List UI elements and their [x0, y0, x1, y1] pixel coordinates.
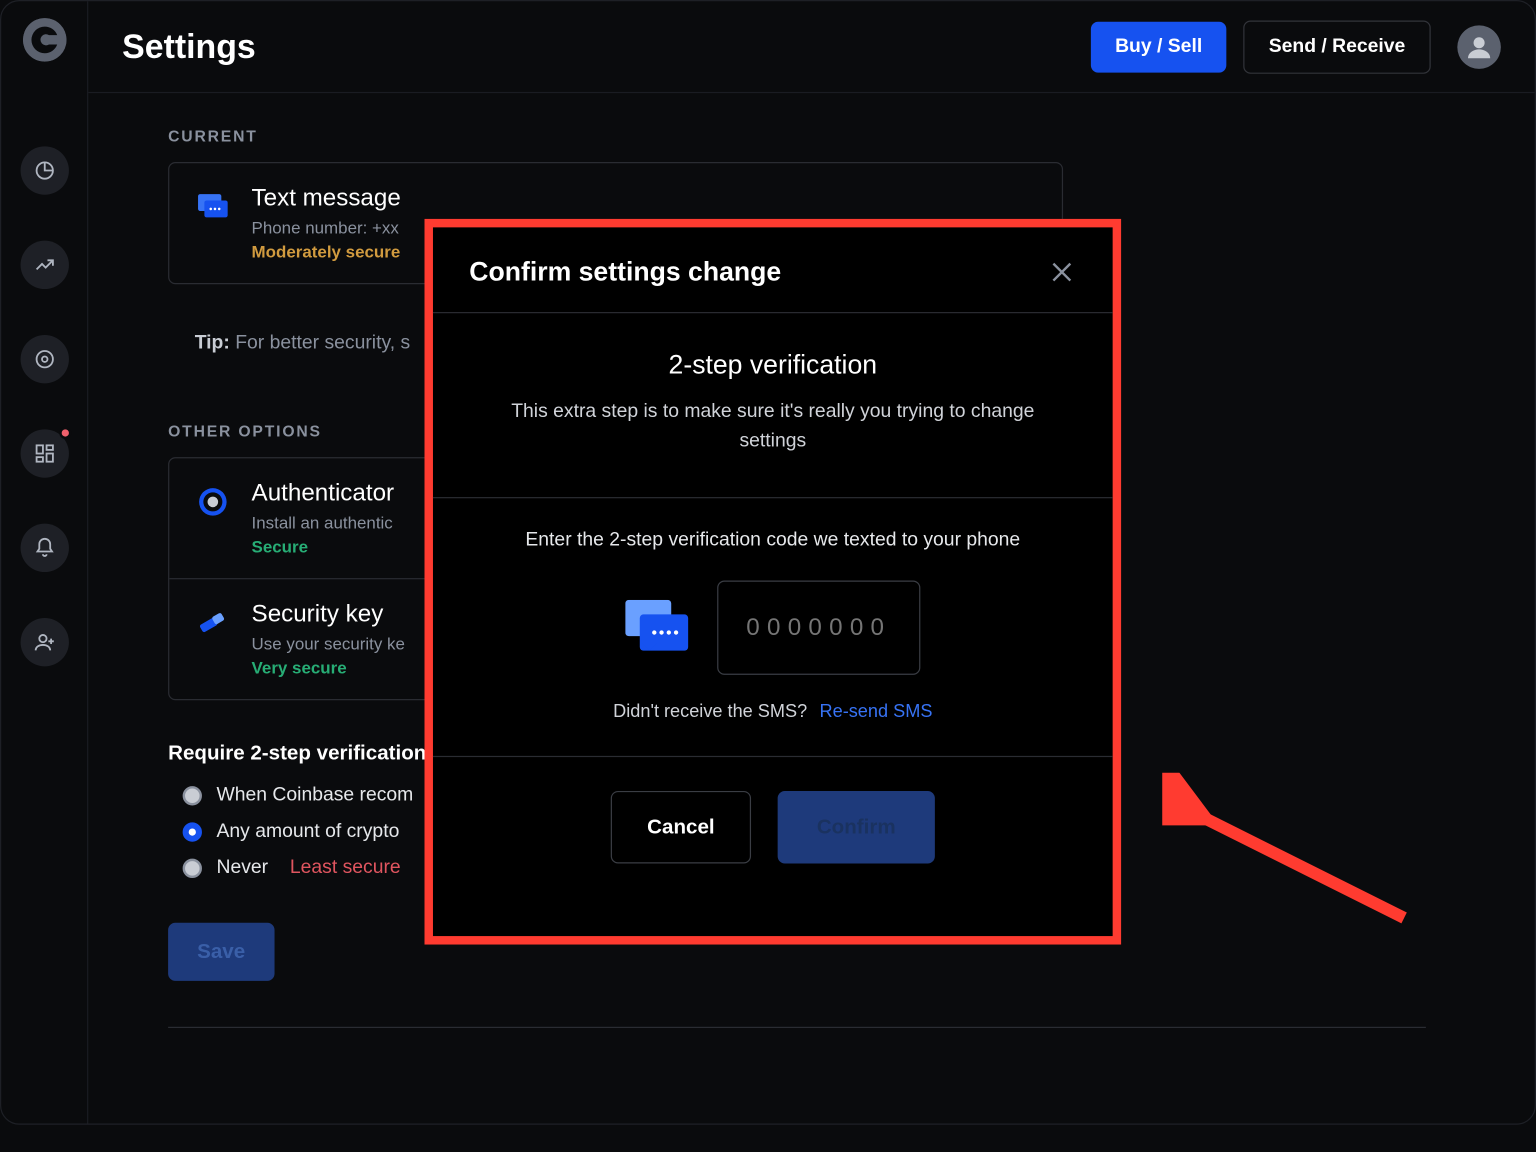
modal-title: Confirm settings change [469, 256, 781, 287]
auth-title: Authenticator [252, 480, 395, 508]
resend-sms-link[interactable]: Re-send SMS [820, 701, 933, 722]
authenticator-icon [196, 485, 230, 519]
nav-invite-icon[interactable] [20, 618, 68, 666]
sms-icon [196, 190, 230, 224]
current-method-sub: Phone number: +xx [252, 218, 401, 237]
security-key-icon [196, 606, 230, 640]
key-title: Security key [252, 601, 405, 629]
current-method-tag: Moderately secure [252, 242, 401, 261]
left-rail [1, 1, 88, 1123]
confirm-settings-modal: Confirm settings change 2-step verificat… [433, 227, 1113, 936]
send-receive-button[interactable]: Send / Receive [1243, 20, 1430, 73]
current-method-title: Text message [252, 185, 401, 213]
notification-dot [59, 427, 71, 439]
modal-intro: This extra step is to make sure it's rea… [493, 398, 1052, 456]
auth-tag: Secure [252, 537, 395, 556]
current-section-label: CURRENT [168, 127, 1455, 145]
modal-highlight-frame: Confirm settings change 2-step verificat… [424, 219, 1121, 945]
key-tag: Very secure [252, 658, 405, 677]
auth-sub: Install an authentic [252, 513, 395, 532]
nav-dashboard-icon[interactable] [20, 429, 68, 477]
nav-pie-icon[interactable] [20, 146, 68, 194]
verification-code-input[interactable] [717, 581, 920, 675]
radio-icon-selected [183, 822, 202, 841]
radio-icon [183, 786, 202, 805]
coinbase-logo[interactable] [22, 18, 66, 62]
nav-trend-icon[interactable] [20, 241, 68, 289]
least-secure-tag: Least secure [290, 857, 401, 879]
resend-q: Didn't receive the SMS? [613, 701, 807, 722]
sms-icon [625, 600, 690, 656]
code-prompt: Enter the 2-step verification code we te… [469, 530, 1076, 552]
divider [168, 1027, 1426, 1028]
close-icon[interactable] [1047, 258, 1076, 287]
avatar[interactable] [1457, 25, 1501, 69]
cancel-button[interactable]: Cancel [611, 791, 751, 864]
nav-bell-icon[interactable] [20, 524, 68, 572]
nav-explore-icon[interactable] [20, 335, 68, 383]
topbar: Settings Buy / Sell Send / Receive [88, 1, 1534, 93]
save-button[interactable]: Save [168, 923, 274, 981]
buy-sell-button[interactable]: Buy / Sell [1091, 21, 1226, 72]
radio-icon [183, 859, 202, 878]
confirm-button[interactable]: Confirm [778, 791, 935, 864]
page-title: Settings [122, 27, 256, 66]
key-sub: Use your security ke [252, 634, 405, 653]
modal-heading: 2-step verification [493, 350, 1052, 381]
